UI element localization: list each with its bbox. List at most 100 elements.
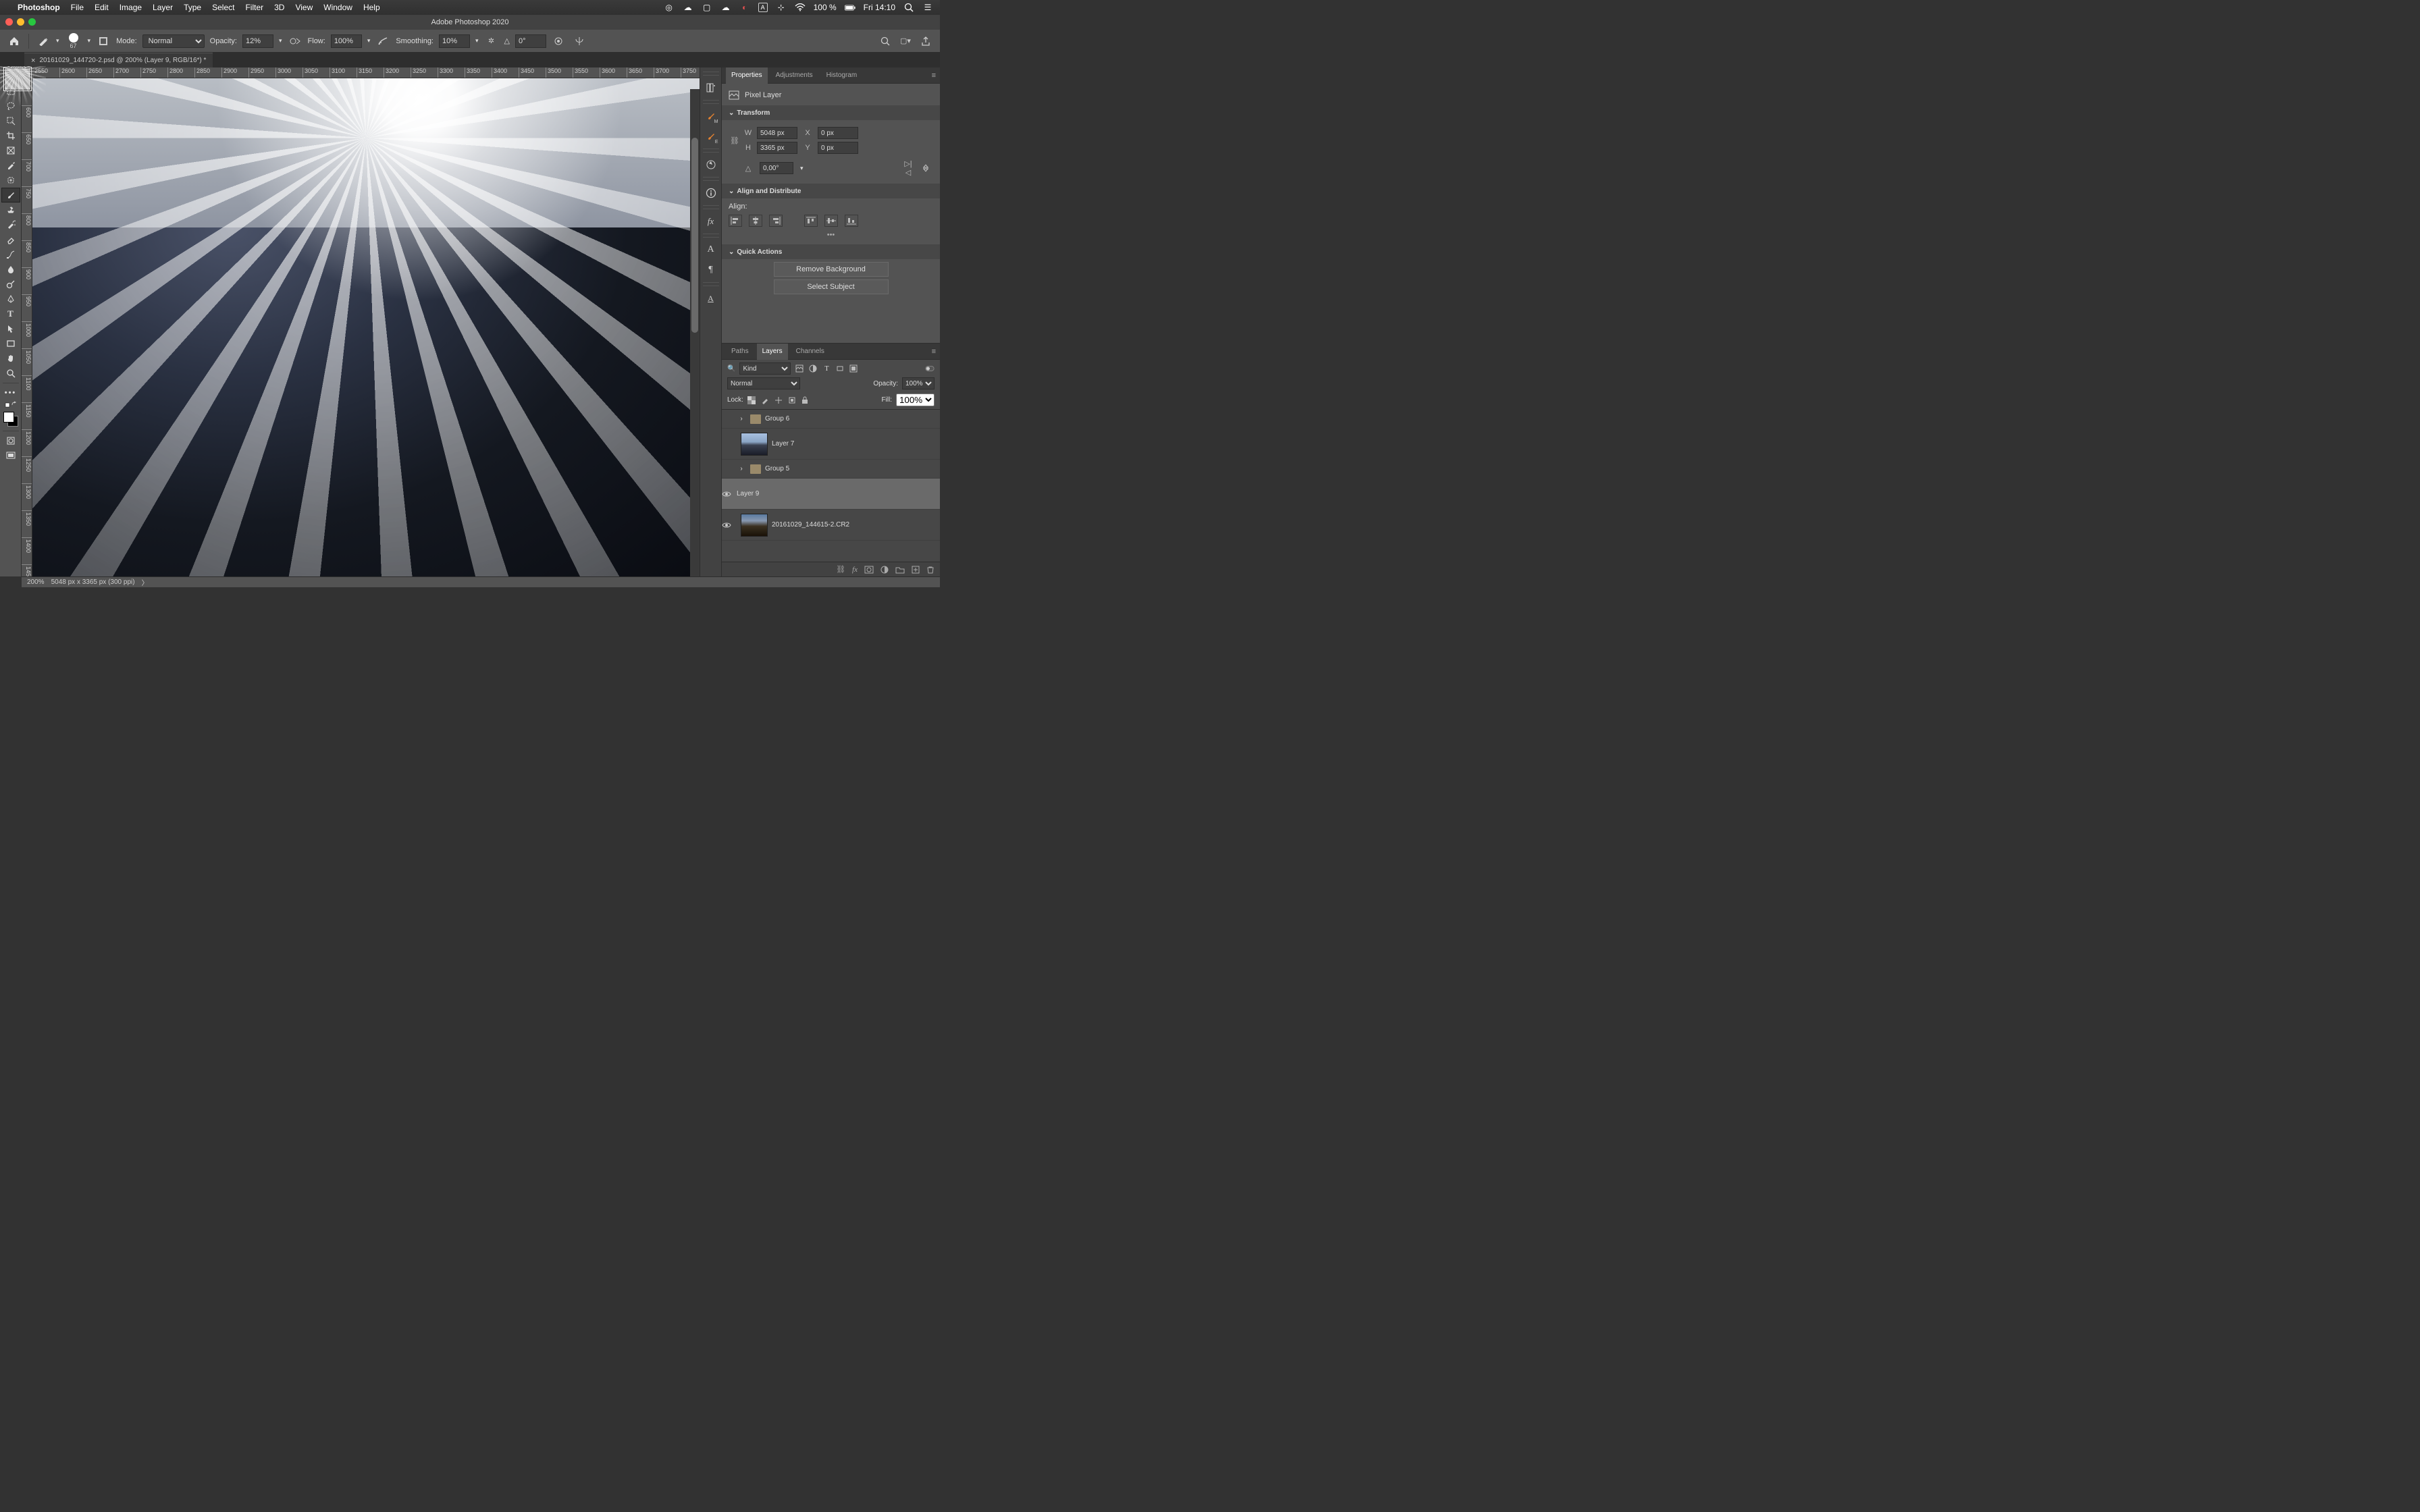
wifi-icon[interactable] [795,2,806,13]
quick-select-tool[interactable] [1,113,20,128]
glyphs-icon[interactable]: A [703,290,719,306]
remove-background-button[interactable]: Remove Background [774,262,889,277]
swap-colors-icon[interactable] [1,400,20,408]
notification-icon[interactable]: ◐ [739,2,750,13]
tab-channels[interactable]: Channels [791,344,830,360]
brush-preset-e-icon[interactable]: E [703,128,719,144]
layer-name[interactable]: Group 6 [765,415,940,423]
document-info[interactable]: 5048 px x 3365 px (300 ppi) [51,578,135,586]
pressure-size-button[interactable] [552,34,567,49]
eraser-tool[interactable] [1,232,20,247]
flip-vertical-icon[interactable] [921,163,933,173]
brush-settings-button[interactable] [96,34,111,49]
select-subject-button[interactable]: Select Subject [774,279,889,294]
layer-visibility-icon[interactable] [722,522,737,529]
align-section-label[interactable]: Align and Distribute [737,188,801,195]
new-layer-icon[interactable] [912,566,920,574]
align-hcenter-icon[interactable] [749,215,762,227]
opacity-input[interactable]: 12% [242,34,273,48]
navigator-icon[interactable] [703,157,719,173]
clone-stamp-tool[interactable] [1,202,20,217]
blend-mode-select[interactable]: Normal [142,34,205,48]
color-swatches[interactable] [1,410,20,429]
screen-mode-button[interactable] [1,448,20,463]
ruler-horizontal[interactable]: 2550260026502700275028002850290029503000… [22,68,700,78]
frame-tool[interactable] [1,143,20,158]
marquee-tool[interactable] [1,84,20,99]
cc-icon[interactable]: ◎ [664,2,675,13]
libraries-icon[interactable] [703,80,719,96]
filter-search-icon[interactable]: 🔍 [727,365,735,373]
menu-type[interactable]: Type [184,3,201,12]
bluetooth-icon[interactable]: ⊹ [776,2,787,13]
disclosure-icon[interactable]: › [737,465,746,473]
layer-row[interactable]: Layer 7 [722,429,940,460]
menu-select[interactable]: Select [212,3,234,12]
layer-group-row[interactable]: › Group 5 [722,460,940,479]
tab-layers[interactable]: Layers [757,344,788,360]
align-top-icon[interactable] [804,215,818,227]
smoothing-options-button[interactable]: ✲ [484,34,499,49]
link-layers-icon[interactable]: ⛓ [836,565,845,574]
link-wh-icon[interactable]: ⛓ [729,136,741,145]
layer-fx-icon[interactable]: fx [852,566,858,574]
layer-group-row[interactable]: ›Group 6 [722,410,940,429]
lock-artboard-icon[interactable] [788,396,797,404]
status-chevron-icon[interactable]: 〉 [142,577,149,587]
menu-help[interactable]: Help [363,3,380,12]
lock-pixels-icon[interactable] [761,396,770,404]
dodge-tool[interactable] [1,277,20,292]
align-bottom-icon[interactable] [845,215,858,227]
history-brush-tool[interactable] [1,217,20,232]
quick-actions-label[interactable]: Quick Actions [737,248,782,256]
angle-input[interactable]: 0° [515,34,546,48]
transform-width-input[interactable] [757,127,797,139]
transform-y-input[interactable] [818,142,858,154]
character-icon[interactable]: A [703,242,719,258]
styles-icon[interactable]: fx [703,213,719,230]
transform-x-input[interactable] [818,127,858,139]
filter-kind-select[interactable]: Kind [739,362,791,375]
layer-mask-icon[interactable] [864,566,874,574]
hand-tool[interactable] [1,351,20,366]
layers-panel-menu-icon[interactable]: ≡ [932,348,936,356]
layer-thumbnail[interactable] [741,514,768,537]
workspace-switcher[interactable]: ▢▾ [898,34,913,49]
lock-transparency-icon[interactable] [747,396,757,404]
menu-view[interactable]: View [295,3,313,12]
flip-horizontal-icon[interactable]: ▷|◁ [902,159,914,177]
foreground-color[interactable] [3,412,14,423]
weather-icon[interactable]: ☁ [720,2,731,13]
window-maximize-button[interactable] [28,18,36,26]
close-tab-icon[interactable]: × [31,57,35,65]
home-button[interactable] [7,34,22,49]
filter-shape-icon[interactable] [835,364,845,373]
transform-height-input[interactable] [757,142,797,154]
filter-pixel-icon[interactable] [795,364,804,373]
lock-all-icon[interactable] [801,396,811,404]
transform-rotate-input[interactable] [760,162,793,174]
control-center-icon[interactable]: ☰ [922,2,933,13]
menu-3d[interactable]: 3D [274,3,284,12]
tab-histogram[interactable]: Histogram [821,68,863,84]
pen-tool[interactable] [1,292,20,306]
filter-smart-icon[interactable] [849,364,858,373]
layer-name[interactable]: Layer 9 [737,490,940,497]
layer-name[interactable]: Group 5 [765,465,940,473]
zoom-level[interactable]: 200% [27,578,45,586]
edit-toolbar-button[interactable]: ••• [1,385,20,400]
window-close-button[interactable] [5,18,13,26]
menu-window[interactable]: Window [323,3,352,12]
tablet-icon[interactable]: ▢ [702,2,712,13]
document-tab[interactable]: × 20161029_144720-2.psd @ 200% (Layer 9,… [24,53,213,68]
align-vcenter-icon[interactable] [824,215,838,227]
more-options-icon[interactable]: ••• [729,231,933,239]
clock[interactable]: Fri 14:10 [864,3,895,12]
blur-tool[interactable] [1,262,20,277]
menu-layer[interactable]: Layer [153,3,173,12]
layer-row[interactable]: 20161029_144615-2.CR2 [722,510,940,541]
layer-visibility-icon[interactable] [722,491,737,497]
window-minimize-button[interactable] [17,18,24,26]
align-right-icon[interactable] [769,215,783,227]
healing-brush-tool[interactable] [1,173,20,188]
